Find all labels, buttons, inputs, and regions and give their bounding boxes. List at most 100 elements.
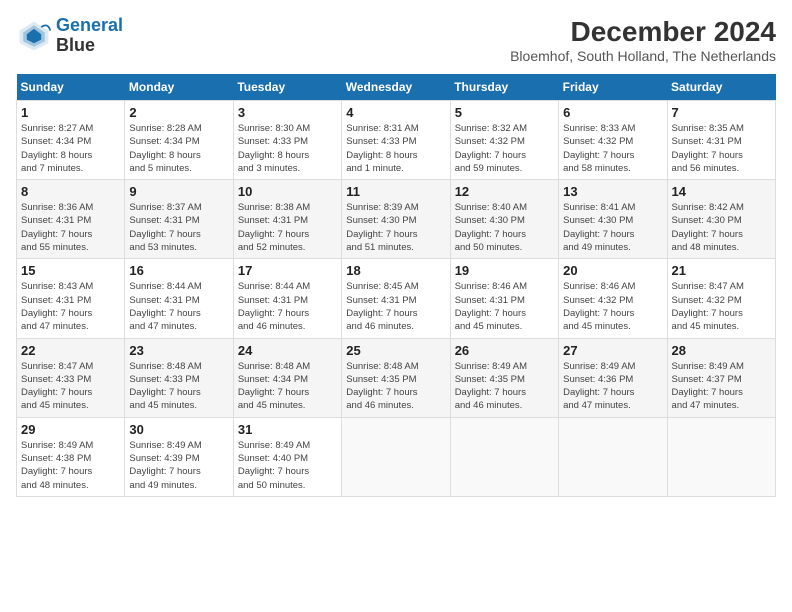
col-header-thursday: Thursday: [450, 74, 558, 101]
day-info: Sunrise: 8:46 AMSunset: 4:31 PMDaylight:…: [455, 280, 554, 333]
calendar-cell: 5 Sunrise: 8:32 AMSunset: 4:32 PMDaylight…: [450, 101, 558, 180]
calendar-cell: [342, 417, 450, 496]
calendar-cell: 19Sunrise: 8:46 AMSunset: 4:31 PMDayligh…: [450, 259, 558, 338]
day-number: 30: [129, 422, 228, 437]
day-number: 22: [21, 343, 120, 358]
day-info: Sunrise: 8:28 AMSunset: 4:34 PMDaylight:…: [129, 122, 228, 175]
day-info: Sunrise: 8:40 AMSunset: 4:30 PMDaylight:…: [455, 201, 554, 254]
day-info: Sunrise: 8:30 AMSunset: 4:33 PMDaylight:…: [238, 122, 337, 175]
day-info: Sunrise: 8:42 AMSunset: 4:30 PMDaylight:…: [672, 201, 771, 254]
logo-icon: [16, 18, 52, 54]
col-header-friday: Friday: [559, 74, 667, 101]
day-number: 1: [21, 105, 120, 120]
day-info: Sunrise: 8:33 AMSunset: 4:32 PMDaylight:…: [563, 122, 662, 175]
calendar-cell: 15 Sunrise: 8:43 AMSunset: 4:31 PMDayligh…: [17, 259, 125, 338]
day-number: 20: [563, 263, 662, 278]
day-info: Sunrise: 8:47 AMSunset: 4:33 PMDaylight:…: [21, 360, 120, 413]
day-info: Sunrise: 8:37 AMSunset: 4:31 PMDaylight:…: [129, 201, 228, 254]
col-header-wednesday: Wednesday: [342, 74, 450, 101]
day-info: Sunrise: 8:38 AMSunset: 4:31 PMDaylight:…: [238, 201, 337, 254]
calendar-cell: 20Sunrise: 8:46 AMSunset: 4:32 PMDayligh…: [559, 259, 667, 338]
calendar-cell: 31 Sunrise: 8:49 AMSunset: 4:40 PMDayligh…: [233, 417, 341, 496]
day-info: Sunrise: 8:45 AMSunset: 4:31 PMDaylight:…: [346, 280, 445, 333]
day-number: 13: [563, 184, 662, 199]
col-header-sunday: Sunday: [17, 74, 125, 101]
calendar-cell: 27Sunrise: 8:49 AMSunset: 4:36 PMDayligh…: [559, 338, 667, 417]
day-info: Sunrise: 8:49 AMSunset: 4:39 PMDaylight:…: [129, 439, 228, 492]
calendar-cell: 24 Sunrise: 8:48 AMSunset: 4:34 PMDayligh…: [233, 338, 341, 417]
calendar-cell: 26Sunrise: 8:49 AMSunset: 4:35 PMDayligh…: [450, 338, 558, 417]
day-number: 18: [346, 263, 445, 278]
calendar-cell: 12 Sunrise: 8:40 AMSunset: 4:30 PMDayligh…: [450, 180, 558, 259]
day-info: Sunrise: 8:31 AMSunset: 4:33 PMDaylight:…: [346, 122, 445, 175]
calendar-week-2: 8 Sunrise: 8:36 AMSunset: 4:31 PMDaylight…: [17, 180, 776, 259]
day-info: Sunrise: 8:49 AMSunset: 4:40 PMDaylight:…: [238, 439, 337, 492]
calendar-week-5: 29Sunrise: 8:49 AMSunset: 4:38 PMDayligh…: [17, 417, 776, 496]
day-info: Sunrise: 8:27 AMSunset: 4:34 PMDaylight:…: [21, 122, 120, 175]
calendar-header: SundayMondayTuesdayWednesdayThursdayFrid…: [17, 74, 776, 101]
day-number: 12: [455, 184, 554, 199]
day-info: Sunrise: 8:32 AMSunset: 4:32 PMDaylight:…: [455, 122, 554, 175]
page-header: General Blue December 2024 Bloemhof, Sou…: [16, 16, 776, 64]
calendar-cell: 14 Sunrise: 8:42 AMSunset: 4:30 PMDayligh…: [667, 180, 775, 259]
day-info: Sunrise: 8:49 AMSunset: 4:36 PMDaylight:…: [563, 360, 662, 413]
day-info: Sunrise: 8:48 AMSunset: 4:34 PMDaylight:…: [238, 360, 337, 413]
calendar-cell: 1 Sunrise: 8:27 AMSunset: 4:34 PMDaylight…: [17, 101, 125, 180]
day-number: 11: [346, 184, 445, 199]
day-number: 15: [21, 263, 120, 278]
day-info: Sunrise: 8:36 AMSunset: 4:31 PMDaylight:…: [21, 201, 120, 254]
calendar-cell: 23 Sunrise: 8:48 AMSunset: 4:33 PMDayligh…: [125, 338, 233, 417]
day-info: Sunrise: 8:49 AMSunset: 4:37 PMDaylight:…: [672, 360, 771, 413]
day-number: 14: [672, 184, 771, 199]
day-info: Sunrise: 8:48 AMSunset: 4:33 PMDaylight:…: [129, 360, 228, 413]
calendar-cell: [450, 417, 558, 496]
day-number: 26: [455, 343, 554, 358]
calendar-cell: 22 Sunrise: 8:47 AMSunset: 4:33 PMDayligh…: [17, 338, 125, 417]
day-number: 16: [129, 263, 228, 278]
day-number: 7: [672, 105, 771, 120]
month-title: December 2024: [510, 16, 776, 48]
day-info: Sunrise: 8:44 AMSunset: 4:31 PMDaylight:…: [238, 280, 337, 333]
day-number: 21: [672, 263, 771, 278]
calendar-cell: 10 Sunrise: 8:38 AMSunset: 4:31 PMDayligh…: [233, 180, 341, 259]
calendar-cell: 30 Sunrise: 8:49 AMSunset: 4:39 PMDayligh…: [125, 417, 233, 496]
day-number: 4: [346, 105, 445, 120]
title-block: December 2024 Bloemhof, South Holland, T…: [510, 16, 776, 64]
logo: General Blue: [16, 16, 123, 56]
day-info: Sunrise: 8:35 AMSunset: 4:31 PMDaylight:…: [672, 122, 771, 175]
day-info: Sunrise: 8:47 AMSunset: 4:32 PMDaylight:…: [672, 280, 771, 333]
day-number: 28: [672, 343, 771, 358]
calendar-cell: [559, 417, 667, 496]
day-number: 5: [455, 105, 554, 120]
calendar-cell: 13 Sunrise: 8:41 AMSunset: 4:30 PMDayligh…: [559, 180, 667, 259]
calendar-cell: 4 Sunrise: 8:31 AMSunset: 4:33 PMDaylight…: [342, 101, 450, 180]
calendar-cell: 21 Sunrise: 8:47 AMSunset: 4:32 PMDayligh…: [667, 259, 775, 338]
calendar-cell: 8 Sunrise: 8:36 AMSunset: 4:31 PMDaylight…: [17, 180, 125, 259]
logo-text: General Blue: [56, 16, 123, 56]
day-number: 23: [129, 343, 228, 358]
calendar-cell: 2Sunrise: 8:28 AMSunset: 4:34 PMDaylight…: [125, 101, 233, 180]
day-info: Sunrise: 8:41 AMSunset: 4:30 PMDaylight:…: [563, 201, 662, 254]
day-number: 31: [238, 422, 337, 437]
calendar-table: SundayMondayTuesdayWednesdayThursdayFrid…: [16, 74, 776, 497]
day-number: 3: [238, 105, 337, 120]
col-header-monday: Monday: [125, 74, 233, 101]
calendar-week-1: 1 Sunrise: 8:27 AMSunset: 4:34 PMDaylight…: [17, 101, 776, 180]
day-info: Sunrise: 8:43 AMSunset: 4:31 PMDaylight:…: [21, 280, 120, 333]
calendar-cell: 11 Sunrise: 8:39 AMSunset: 4:30 PMDayligh…: [342, 180, 450, 259]
day-number: 24: [238, 343, 337, 358]
col-header-tuesday: Tuesday: [233, 74, 341, 101]
day-number: 8: [21, 184, 120, 199]
day-number: 10: [238, 184, 337, 199]
day-info: Sunrise: 8:44 AMSunset: 4:31 PMDaylight:…: [129, 280, 228, 333]
calendar-cell: 17 Sunrise: 8:44 AMSunset: 4:31 PMDayligh…: [233, 259, 341, 338]
day-info: Sunrise: 8:39 AMSunset: 4:30 PMDaylight:…: [346, 201, 445, 254]
day-number: 25: [346, 343, 445, 358]
calendar-cell: 6Sunrise: 8:33 AMSunset: 4:32 PMDaylight…: [559, 101, 667, 180]
location-subtitle: Bloemhof, South Holland, The Netherlands: [510, 48, 776, 64]
day-number: 17: [238, 263, 337, 278]
calendar-cell: 28 Sunrise: 8:49 AMSunset: 4:37 PMDayligh…: [667, 338, 775, 417]
day-info: Sunrise: 8:48 AMSunset: 4:35 PMDaylight:…: [346, 360, 445, 413]
day-number: 9: [129, 184, 228, 199]
day-info: Sunrise: 8:49 AMSunset: 4:38 PMDaylight:…: [21, 439, 120, 492]
